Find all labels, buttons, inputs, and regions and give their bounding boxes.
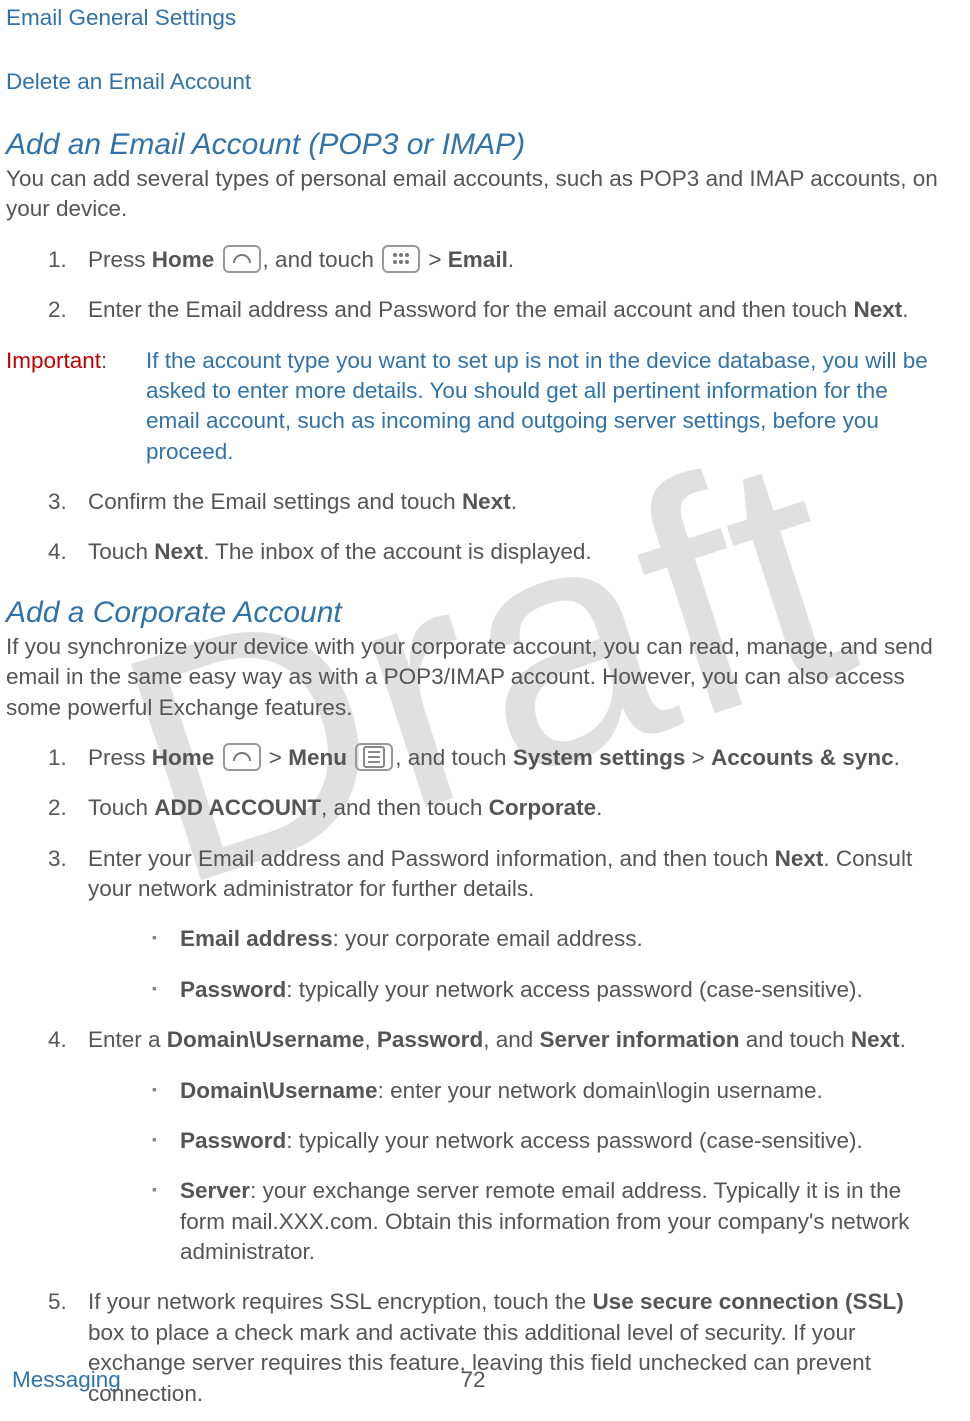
important-label: Important <box>6 348 101 373</box>
step-4: Touch Next. The inbox of the account is … <box>48 537 940 567</box>
corp-step-2: Touch ADD ACCOUNT, and then touch Corpor… <box>48 793 940 823</box>
sub-server: Server: your exchange server remote emai… <box>152 1176 940 1267</box>
corp-step-4: Enter a Domain\Username, Password, and S… <box>48 1025 940 1267</box>
link-delete-email-account[interactable]: Delete an Email Account <box>6 64 940 100</box>
sub-password: Password: typically your network access … <box>152 975 940 1005</box>
heading-add-corporate-account: Add a Corporate Account <box>6 596 940 630</box>
sub-email-address: Email address: your corporate email addr… <box>152 924 940 954</box>
intro-corporate: If you synchronize your device with your… <box>6 632 940 723</box>
corp-step-5: If your network requires SSL encryption,… <box>48 1287 940 1409</box>
heading-add-email-account: Add an Email Account (POP3 or IMAP) <box>6 128 940 162</box>
home-icon <box>223 245 261 273</box>
step-1: Press Home , and touch > Email. <box>48 245 940 275</box>
important-text: If the account type you want to set up i… <box>146 346 940 468</box>
menu-icon <box>355 743 393 771</box>
important-note: Important: If the account type you want … <box>6 346 940 468</box>
step-2: Enter the Email address and Password for… <box>48 295 940 325</box>
link-email-general-settings[interactable]: Email General Settings <box>6 0 940 36</box>
corp-step-3: Enter your Email address and Password in… <box>48 844 940 1006</box>
apps-grid-icon <box>382 245 420 273</box>
intro-add-email: You can add several types of personal em… <box>6 164 940 225</box>
sub-domain-username: Domain\Username: enter your network doma… <box>152 1076 940 1106</box>
corp-step-1: Press Home > Menu , and touch System set… <box>48 743 940 773</box>
step-3: Confirm the Email settings and touch Nex… <box>48 487 940 517</box>
sub-password-2: Password: typically your network access … <box>152 1126 940 1156</box>
home-icon <box>223 743 261 771</box>
